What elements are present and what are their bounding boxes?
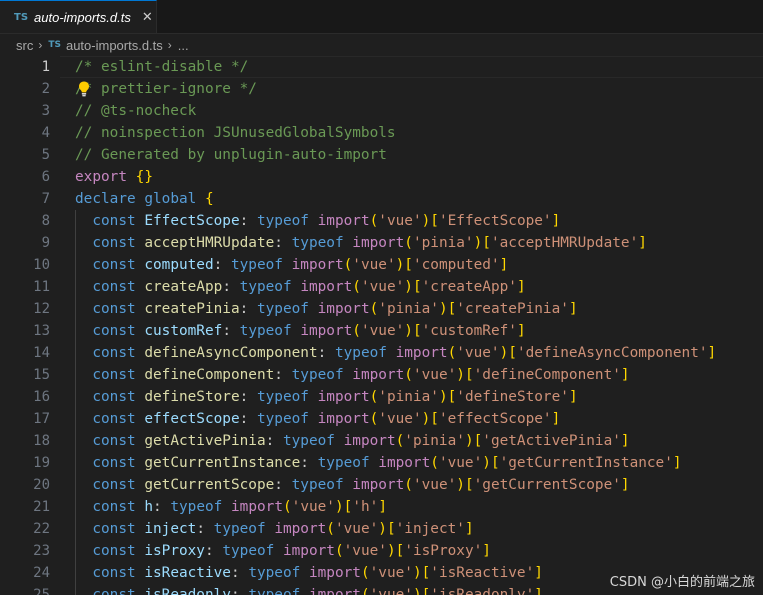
code-text[interactable]: const isProxy: typeof import('vue')['isP…	[75, 540, 491, 562]
code-lines: 1 /* eslint-disable */ 2 /* prettier-ignore…	[0, 56, 763, 595]
tab-bar: TS auto-imports.d.ts ✕	[0, 0, 763, 34]
code-editor[interactable]: 1 /* eslint-disable */ 2 /* prettier-ignore…	[0, 56, 763, 595]
code-text[interactable]: // Generated by unplugin-auto-import	[75, 144, 387, 166]
code-text[interactable]: const isReactive: typeof import('vue')['…	[75, 562, 543, 584]
code-text[interactable]: const h: typeof import('vue')['h']	[75, 496, 387, 518]
code-text[interactable]: declare global {	[75, 188, 214, 210]
code-line[interactable]: 6 export {}	[0, 166, 763, 188]
code-line[interactable]: 12 const createPinia: typeof import('pin…	[0, 298, 763, 320]
code-text[interactable]: const inject: typeof import('vue')['inje…	[75, 518, 473, 540]
line-number: 7	[41, 191, 50, 207]
line-number: 11	[33, 279, 50, 295]
code-text[interactable]: const computed: typeof import('vue')['co…	[75, 254, 508, 276]
line-number: 2	[41, 81, 50, 97]
line-number: 16	[33, 389, 50, 405]
code-line[interactable]: 22 const inject: typeof import('vue')['i…	[0, 518, 763, 540]
typescript-file-icon: TS	[48, 40, 61, 50]
code-text[interactable]: const defineAsyncComponent: typeof impor…	[75, 342, 716, 364]
code-text[interactable]: // @ts-nocheck	[75, 100, 196, 122]
code-text[interactable]: /* prettier-ignore */	[75, 78, 257, 100]
line-number: 25	[33, 587, 50, 595]
code-text[interactable]: const defineStore: typeof import('pinia'…	[75, 386, 577, 408]
typescript-file-icon: TS	[14, 11, 29, 23]
line-number: 23	[33, 543, 50, 559]
code-text[interactable]: const acceptHMRUpdate: typeof import('pi…	[75, 232, 647, 254]
line-number: 1	[41, 59, 50, 75]
code-text[interactable]: const customRef: typeof import('vue')['c…	[75, 320, 525, 342]
watermark: CSDN @小白的前端之旅	[609, 575, 755, 590]
line-number: 12	[33, 301, 50, 317]
code-text[interactable]: const createPinia: typeof import('pinia'…	[75, 298, 577, 320]
code-line[interactable]: 17 const effectScope: typeof import('vue…	[0, 408, 763, 430]
chevron-right-icon: ›	[167, 38, 172, 52]
code-line[interactable]: 15 const defineComponent: typeof import(…	[0, 364, 763, 386]
line-number: 4	[41, 125, 50, 141]
line-number: 13	[33, 323, 50, 339]
tab-label: auto-imports.d.ts	[34, 9, 131, 25]
code-text[interactable]: const defineComponent: typeof import('vu…	[75, 364, 629, 386]
code-text[interactable]: const createApp: typeof import('vue')['c…	[75, 276, 525, 298]
line-number: 6	[41, 169, 50, 185]
code-text[interactable]: export {}	[75, 166, 153, 188]
code-line[interactable]: 16 const defineStore: typeof import('pin…	[0, 386, 763, 408]
code-text[interactable]: const EffectScope: typeof import('vue')[…	[75, 210, 560, 232]
code-line[interactable]: 7 declare global {	[0, 188, 763, 210]
code-line[interactable]: 13 const customRef: typeof import('vue')…	[0, 320, 763, 342]
code-line[interactable]: 2 /* prettier-ignore */	[0, 78, 763, 100]
code-line[interactable]: 14 const defineAsyncComponent: typeof im…	[0, 342, 763, 364]
code-text[interactable]: const getCurrentScope: typeof import('vu…	[75, 474, 629, 496]
code-line[interactable]: 21 const h: typeof import('vue')['h']	[0, 496, 763, 518]
code-line[interactable]: 9 const acceptHMRUpdate: typeof import('…	[0, 232, 763, 254]
code-text[interactable]: const isReadonly: typeof import('vue')['…	[75, 584, 543, 595]
code-line[interactable]: 4 // noinspection JSUnusedGlobalSymbols	[0, 122, 763, 144]
line-number: 15	[33, 367, 50, 383]
tab-auto-imports[interactable]: TS auto-imports.d.ts ✕	[0, 0, 157, 33]
line-number: 21	[33, 499, 50, 515]
line-number: 5	[41, 147, 50, 163]
line-number: 20	[33, 477, 50, 493]
code-line[interactable]: 10 const computed: typeof import('vue')[…	[0, 254, 763, 276]
line-number: 14	[33, 345, 50, 361]
code-line[interactable]: 8 const EffectScope: typeof import('vue'…	[0, 210, 763, 232]
code-line[interactable]: 5 // Generated by unplugin-auto-import	[0, 144, 763, 166]
breadcrumb-item-file[interactable]: auto-imports.d.ts	[66, 38, 163, 53]
code-text[interactable]: /* eslint-disable */	[75, 56, 248, 78]
close-icon[interactable]: ✕	[142, 10, 153, 25]
line-number: 3	[41, 103, 50, 119]
breadcrumb: src › TS auto-imports.d.ts › ...	[0, 34, 763, 56]
breadcrumb-item-symbols[interactable]: ...	[178, 38, 189, 53]
code-text[interactable]: const getCurrentInstance: typeof import(…	[75, 452, 681, 474]
code-line[interactable]: 1 /* eslint-disable */	[0, 56, 763, 78]
line-number: 22	[33, 521, 50, 537]
lightbulb-icon[interactable]	[76, 80, 92, 98]
breadcrumb-item-src[interactable]: src	[16, 38, 33, 53]
code-line[interactable]: 11 const createApp: typeof import('vue')…	[0, 276, 763, 298]
line-number: 8	[41, 213, 50, 229]
line-number: 18	[33, 433, 50, 449]
code-line[interactable]: 18 const getActivePinia: typeof import('…	[0, 430, 763, 452]
line-number: 17	[33, 411, 50, 427]
code-line[interactable]: 3 // @ts-nocheck	[0, 100, 763, 122]
line-number: 19	[33, 455, 50, 471]
code-line[interactable]: 23 const isProxy: typeof import('vue')['…	[0, 540, 763, 562]
code-line[interactable]: 20 const getCurrentScope: typeof import(…	[0, 474, 763, 496]
code-text[interactable]: // noinspection JSUnusedGlobalSymbols	[75, 122, 396, 144]
line-number: 24	[33, 565, 50, 581]
code-text[interactable]: const getActivePinia: typeof import('pin…	[75, 430, 629, 452]
code-text[interactable]: const effectScope: typeof import('vue')[…	[75, 408, 560, 430]
line-number: 9	[41, 235, 50, 251]
line-number: 10	[33, 257, 50, 273]
code-line[interactable]: 19 const getCurrentInstance: typeof impo…	[0, 452, 763, 474]
chevron-right-icon: ›	[38, 38, 43, 52]
